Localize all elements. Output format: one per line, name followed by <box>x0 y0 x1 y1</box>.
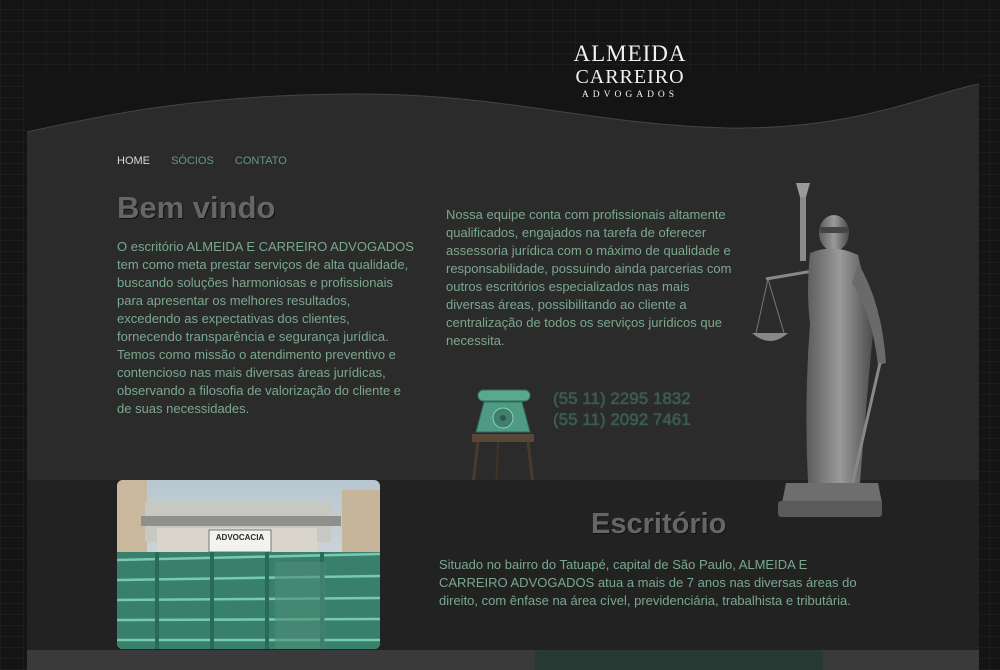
bottom-strip <box>27 650 979 670</box>
office-title: Escritório <box>591 508 727 540</box>
welcome-text: O escritório ALMEIDA E CARREIRO ADVOGADO… <box>117 239 414 416</box>
nav-socios[interactable]: SÓCIOS <box>171 155 214 167</box>
nav-home[interactable]: HOME <box>117 155 150 167</box>
logo-line-1: ALMEIDA <box>573 41 687 66</box>
office-sign: ADVOCACIA <box>216 533 265 542</box>
bottom-image <box>535 650 823 670</box>
lady-justice-statue <box>752 183 886 517</box>
welcome-title: Bem vindo <box>117 190 276 225</box>
phone-numbers: (55 11) 2295 1832 (55 11) 2092 7461 <box>553 388 691 430</box>
nav-contato[interactable]: CONTATO <box>235 155 287 167</box>
main-nav: HOME SÓCIOS CONTATO <box>117 155 305 167</box>
logo-line-2: CARREIRO <box>575 66 685 88</box>
team-text: Nossa equipe conta com profissionais alt… <box>446 207 732 348</box>
logo-line-3: ADVOGADOS <box>581 90 679 100</box>
header-wave <box>27 72 979 133</box>
office-text: Situado no bairro do Tatuapé, capital de… <box>439 557 857 608</box>
telephone-icon <box>470 389 536 493</box>
office-photo: ADVOCACIA <box>117 480 380 649</box>
phone-number-2[interactable]: (55 11) 2092 7461 <box>553 409 691 430</box>
phone-number-1[interactable]: (55 11) 2295 1832 <box>553 388 691 409</box>
site-logo[interactable]: ALMEIDA CARREIRO ADVOGADOS <box>565 42 695 101</box>
